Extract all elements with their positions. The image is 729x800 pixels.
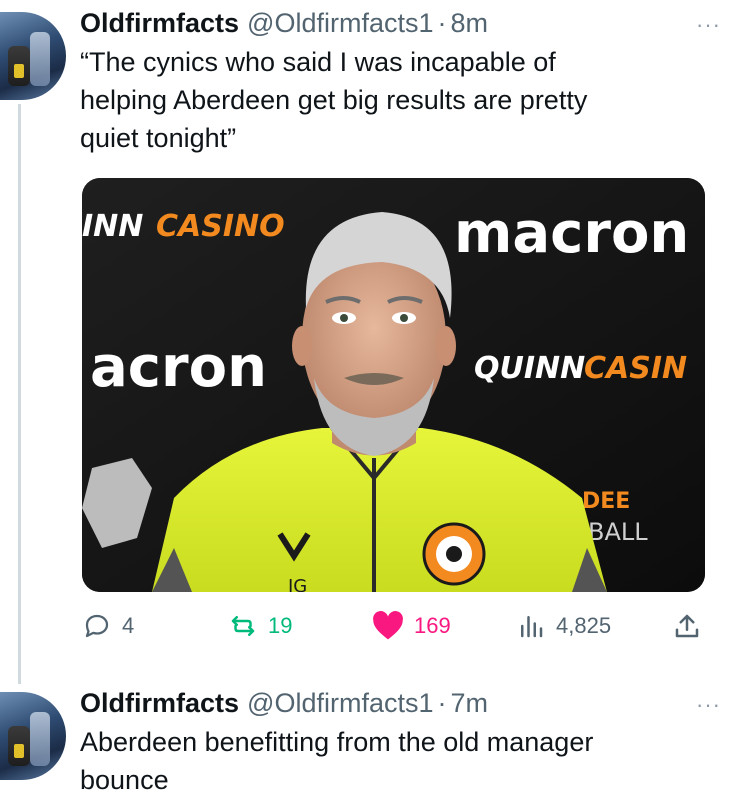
like-button[interactable]: 169	[372, 606, 451, 646]
share-button[interactable]	[672, 606, 712, 646]
separator: ·	[437, 688, 447, 718]
like-count: 169	[414, 613, 451, 638]
tweet[interactable]: Oldfirmfacts @Oldfirmfacts1 · 8m ··· “Th…	[80, 8, 729, 157]
tweet-header: Oldfirmfacts @Oldfirmfacts1 · 8m	[80, 8, 729, 39]
banner-text: QUINN	[474, 351, 585, 386]
retweet-count: 19	[268, 613, 293, 638]
tweet-text-line: “The cynics who said I was incapable of	[80, 47, 556, 77]
retweet-button[interactable]: 19	[228, 606, 292, 646]
heart-filled-icon	[373, 611, 403, 640]
tweet-text-line: Aberdeen benefitting from the old manage…	[80, 727, 594, 757]
views-button[interactable]: 4,825	[516, 606, 611, 646]
banner-text: INN	[82, 209, 143, 244]
view-count: 4,825	[556, 613, 612, 638]
reply-icon	[85, 614, 109, 638]
reply-count: 4	[122, 613, 135, 638]
reply-button[interactable]: 4	[82, 606, 134, 646]
analytics-icon	[521, 616, 543, 638]
tweet-text-line: helping Aberdeen get big results are pre…	[80, 85, 588, 115]
thread-connector-line	[18, 104, 21, 684]
avatar[interactable]	[0, 692, 66, 780]
more-options-icon[interactable]: ···	[696, 692, 721, 718]
separator: ·	[437, 8, 447, 38]
tweet-text: Aberdeen benefitting from the old manage…	[80, 723, 729, 799]
display-name[interactable]: Oldfirmfacts	[80, 688, 239, 719]
banner-text: DEE	[582, 489, 630, 514]
press-conference-photo: INN CASINO macron acron QUINN CASIN DEE …	[82, 178, 705, 592]
user-handle[interactable]: @Oldfirmfacts1	[247, 8, 433, 39]
retweet-icon	[231, 616, 255, 636]
banner-text: CASIN	[584, 351, 687, 386]
tweet-header: Oldfirmfacts @Oldfirmfacts1 · 7m	[80, 688, 729, 719]
user-handle[interactable]: @Oldfirmfacts1	[247, 688, 433, 719]
display-name[interactable]: Oldfirmfacts	[80, 8, 239, 39]
banner-text: CASINO	[156, 209, 285, 244]
tweet-text: “The cynics who said I was incapable of …	[80, 43, 729, 157]
tweet-media-photo[interactable]: INN CASINO macron acron QUINN CASIN DEE …	[82, 178, 705, 592]
timestamp[interactable]: 7m	[451, 688, 489, 719]
share-icon	[675, 614, 699, 638]
banner-text: macron	[454, 201, 689, 266]
banner-text: acron	[90, 335, 267, 400]
banner-text: BALL	[588, 518, 648, 546]
timestamp[interactable]: 8m	[451, 8, 489, 39]
tweet[interactable]: Oldfirmfacts @Oldfirmfacts1 · 7m ··· Abe…	[80, 688, 729, 799]
banner-text: IG	[288, 576, 307, 592]
tweet-text-line: quiet tonight”	[80, 123, 237, 153]
more-options-icon[interactable]: ···	[696, 12, 721, 38]
avatar[interactable]	[0, 12, 66, 100]
tweet-text-line: bounce	[80, 765, 169, 795]
